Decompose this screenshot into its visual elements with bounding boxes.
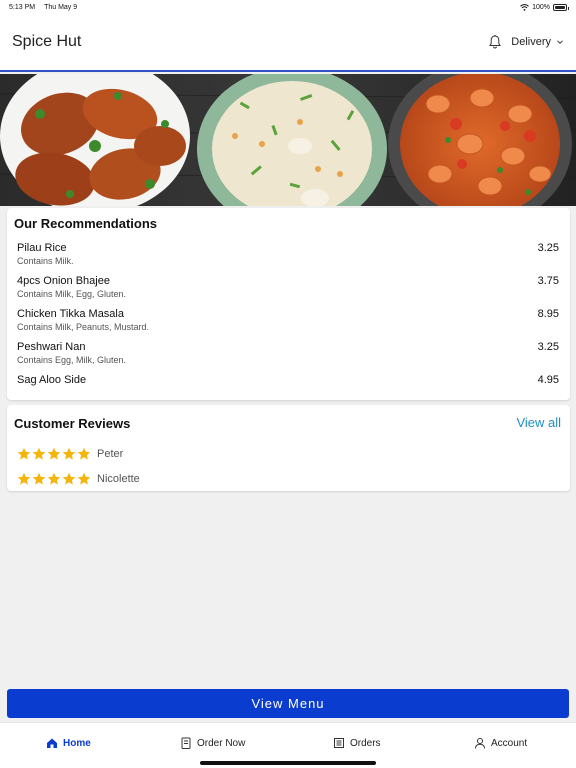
star-icon xyxy=(62,472,76,485)
nav-orders[interactable]: Orders xyxy=(333,737,381,749)
star-icon xyxy=(17,472,31,485)
reviews-title: Customer Reviews xyxy=(14,416,131,431)
prawn-curry-icon xyxy=(388,74,572,206)
menu-item[interactable]: Sag Aloo Side 4.95 xyxy=(17,374,559,407)
review-row: Nicolette xyxy=(17,472,140,486)
recommendations-list: Pilau Rice Contains Milk. 3.25 4pcs Onio… xyxy=(17,242,559,407)
star-icon xyxy=(32,447,46,460)
menu-item-name: 4pcs Onion Bhajee xyxy=(17,275,110,287)
status-right: 100% xyxy=(520,3,569,11)
nav-account-label: Account xyxy=(491,737,528,749)
nav-account[interactable]: Account xyxy=(474,737,527,749)
hero-banner xyxy=(0,74,576,206)
recommendations-card: Our Recommendations Pilau Rice Contains … xyxy=(7,208,570,400)
delivery-mode-select[interactable]: Delivery xyxy=(511,36,564,48)
battery-icon xyxy=(553,3,569,11)
status-date: Thu May 9 xyxy=(44,3,78,11)
app-title: Spice Hut xyxy=(12,33,82,50)
receipt-icon xyxy=(334,738,344,748)
battery-percent: 100% xyxy=(532,3,550,11)
chevron-down-icon xyxy=(557,40,563,45)
fried-rice-icon xyxy=(197,74,387,206)
nav-order-now-label: Order Now xyxy=(197,737,246,749)
menu-item-allergens: Contains Milk, Egg, Gluten. xyxy=(17,289,127,299)
star-icon xyxy=(62,447,76,460)
menu-item-allergens: Contains Milk. xyxy=(17,256,74,266)
app-header: Spice Hut Delivery xyxy=(0,14,576,72)
star-icon xyxy=(77,472,91,485)
star-icon xyxy=(47,472,61,485)
star-rating xyxy=(17,447,91,461)
reviewer-name: Nicolette xyxy=(97,473,140,485)
order-icon xyxy=(181,737,191,749)
reviews-card: Customer Reviews View all Peter Nicolett… xyxy=(7,405,570,491)
recommendations-title: Our Recommendations xyxy=(14,216,158,231)
view-all-reviews-link[interactable]: View all xyxy=(516,415,561,430)
menu-item[interactable]: Peshwari Nan Contains Egg, Milk, Gluten.… xyxy=(17,341,559,374)
bell-icon[interactable] xyxy=(487,34,503,50)
menu-item-name: Chicken Tikka Masala xyxy=(17,308,124,320)
wifi-icon xyxy=(520,3,529,11)
hero-food-image xyxy=(0,74,576,206)
star-icon xyxy=(17,447,31,460)
menu-item[interactable]: Pilau Rice Contains Milk. 3.25 xyxy=(17,242,559,275)
nav-home[interactable]: Home xyxy=(46,737,91,749)
home-indicator xyxy=(200,761,376,765)
menu-item-allergens: Contains Milk, Peanuts, Mustard. xyxy=(17,322,150,332)
reviewer-name: Peter xyxy=(97,448,124,460)
status-bar: 5:13 PM Thu May 9 100% xyxy=(0,0,576,14)
view-menu-button[interactable]: View Menu xyxy=(7,689,569,718)
nav-orders-label: Orders xyxy=(350,737,381,749)
menu-item-allergens: Contains Egg, Milk, Gluten. xyxy=(17,355,127,365)
menu-item-price: 3.25 xyxy=(537,242,559,254)
menu-item-price: 4.95 xyxy=(537,374,559,386)
bottom-nav: Home Order Now Orders Account xyxy=(0,722,576,768)
review-row: Peter xyxy=(17,447,123,461)
star-icon xyxy=(47,447,61,460)
menu-item-name: Pilau Rice xyxy=(17,242,67,254)
star-icon xyxy=(77,447,91,460)
delivery-mode-label: Delivery xyxy=(511,36,551,48)
menu-item-price: 3.75 xyxy=(537,275,559,287)
menu-item-name: Sag Aloo Side xyxy=(17,374,87,386)
roast-chicken-icon xyxy=(0,74,190,206)
menu-item[interactable]: Chicken Tikka Masala Contains Milk, Pean… xyxy=(17,308,559,341)
user-icon xyxy=(475,738,485,749)
home-icon xyxy=(47,738,57,748)
menu-item-price: 3.25 xyxy=(537,341,559,353)
menu-item-name: Peshwari Nan xyxy=(17,341,86,353)
status-time: 5:13 PM xyxy=(9,3,36,11)
star-rating xyxy=(17,472,91,486)
star-icon xyxy=(32,472,46,485)
menu-item-price: 8.95 xyxy=(537,308,559,320)
nav-order-now[interactable]: Order Now xyxy=(180,737,245,749)
nav-home-label: Home xyxy=(63,737,91,749)
menu-item[interactable]: 4pcs Onion Bhajee Contains Milk, Egg, Gl… xyxy=(17,275,559,308)
